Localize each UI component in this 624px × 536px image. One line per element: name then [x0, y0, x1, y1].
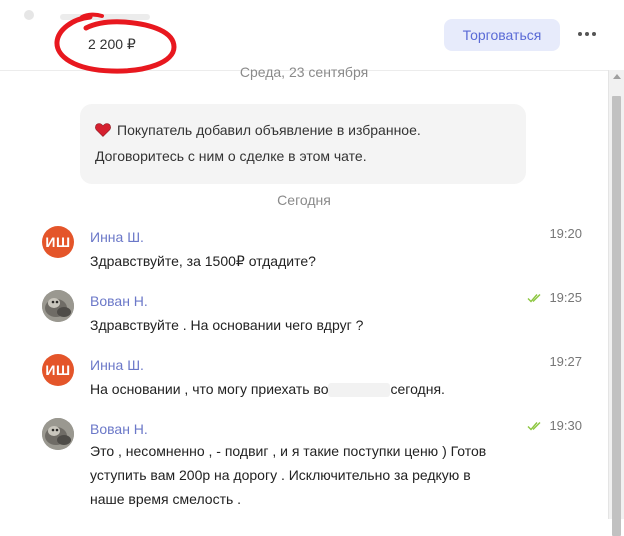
avatar[interactable]: [42, 290, 74, 322]
scrollbar-thumb[interactable]: [612, 96, 621, 536]
message-text: Здравствуйте . На основании чего вдруг ?: [90, 317, 364, 333]
message-author[interactable]: Вован Н.: [90, 421, 148, 437]
message-author[interactable]: Вован Н.: [90, 293, 148, 309]
message-time: 19:30: [549, 418, 582, 433]
heart-icon: [95, 123, 111, 137]
more-options-icon[interactable]: [574, 22, 600, 46]
avatar[interactable]: ИШ: [42, 354, 74, 386]
back-arrow-icon[interactable]: [24, 10, 34, 20]
message-text-line: уступить вам 200р на дорогу . Исключител…: [90, 467, 471, 483]
message-text-part: На основании , что могу приехать во: [90, 381, 329, 397]
double-check-icon: [527, 294, 541, 303]
avatar[interactable]: ИШ: [42, 226, 74, 258]
message-text: Это , несомненно , - подвиг , и я такие …: [90, 439, 486, 511]
system-message: Покупатель добавил объявление в избранно…: [80, 104, 526, 184]
double-check-icon: [527, 422, 541, 431]
scrollbar[interactable]: [608, 70, 624, 536]
scroll-up-arrow-icon[interactable]: [613, 74, 621, 79]
avatar-photo-icon: [42, 418, 74, 450]
message-text-line: Это , несомненно , - подвиг , и я такие …: [90, 443, 487, 459]
avatar-photo-icon: [42, 290, 74, 322]
date-separator: Сегодня: [277, 192, 331, 208]
message-text-line: наше время смелость .: [90, 491, 242, 507]
date-separator: Среда, 23 сентября: [239, 64, 369, 80]
message-text: На основании , что могу приехать во сегод…: [90, 377, 445, 401]
message-time: 19:20: [549, 226, 582, 241]
redacted-text: [328, 383, 391, 398]
message-author[interactable]: Инна Ш.: [90, 357, 144, 373]
message-time: 19:27: [549, 354, 582, 369]
message-text: Здравствуйте, за 1500₽ отдадите?: [90, 253, 316, 269]
bargain-button[interactable]: Торговаться: [444, 19, 560, 51]
system-message-line2: Договоритесь с ним о сделке в этом чате.: [95, 148, 367, 164]
chat-header: 2 200 ₽ Торговаться: [0, 0, 608, 74]
avatar[interactable]: [42, 418, 74, 450]
message-text-part: сегодня.: [390, 381, 445, 397]
message-author[interactable]: Инна Ш.: [90, 229, 144, 245]
message-time: 19:25: [549, 290, 582, 305]
system-message-line1: Покупатель добавил объявление в избранно…: [117, 122, 421, 138]
